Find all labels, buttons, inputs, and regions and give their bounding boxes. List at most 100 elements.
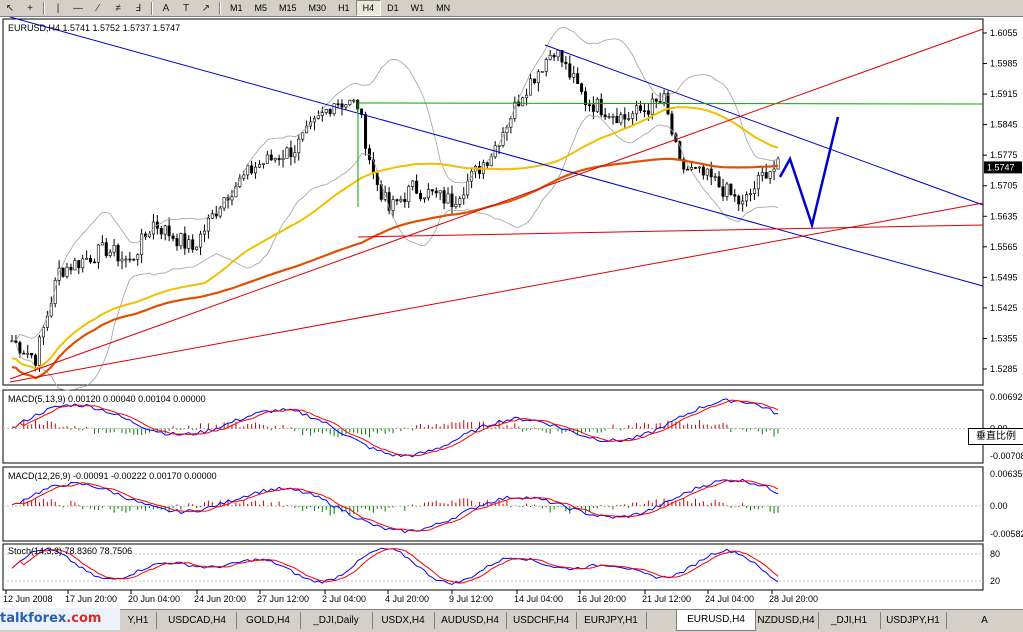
trendline-icon[interactable]: ∕ xyxy=(88,1,108,16)
candle-body xyxy=(348,100,352,105)
stoch-title: Stoch(14,3,3) 78.8360 78.7506 xyxy=(8,546,132,556)
vertical-scale-button[interactable]: 垂直比例 xyxy=(968,428,1023,445)
candle-body xyxy=(77,260,81,268)
candle-body xyxy=(257,164,261,168)
candle-body xyxy=(595,98,599,112)
candle-body xyxy=(285,147,289,159)
chart-tab-eurusd-h4[interactable]: EURUSD,H4 xyxy=(676,610,756,631)
time-label: 16 Jul 20:00 xyxy=(577,594,626,604)
horizontal-line-icon[interactable]: — xyxy=(68,1,88,16)
candle-body xyxy=(202,230,206,235)
candle-body xyxy=(171,235,175,239)
fibonacci-icon[interactable]: Ⅎ xyxy=(128,1,148,16)
timeframe-w1[interactable]: W1 xyxy=(405,1,431,15)
vertical-line-icon[interactable]: | xyxy=(48,1,68,16)
chart-tab-eurjpy-h1[interactable]: EURJPY,H1 xyxy=(576,612,647,629)
chart-tab-a[interactable]: A xyxy=(946,612,1023,629)
candle-body xyxy=(576,73,580,85)
candle-body xyxy=(324,108,328,113)
candle-body xyxy=(650,98,654,115)
candle-body xyxy=(332,103,336,115)
chart-tab--dji-daily[interactable]: _DJI,Daily xyxy=(300,612,373,629)
timeframe-h4[interactable]: H4 xyxy=(355,0,382,16)
candle-body xyxy=(250,165,254,174)
candle-body xyxy=(328,108,332,115)
candle-body xyxy=(242,174,246,179)
candle-body xyxy=(690,167,694,170)
candle-body xyxy=(26,352,30,355)
candle-body xyxy=(619,114,623,124)
candle-body xyxy=(199,233,203,248)
candle-body xyxy=(85,258,89,260)
chart-tab--dji-h1[interactable]: _DJI,H1 xyxy=(818,612,881,629)
time-label: 2 Jul 04:00 xyxy=(322,594,366,604)
price-label: 1.5705 xyxy=(990,181,1018,191)
candle-body xyxy=(297,138,301,153)
candle-body xyxy=(705,168,709,176)
candle-body xyxy=(768,171,772,179)
chart-tab-usdjpy-h1[interactable]: USDJPY,H1 xyxy=(880,612,947,629)
candle-body xyxy=(434,190,438,194)
candle-body xyxy=(717,176,721,188)
crosshair-icon[interactable]: + xyxy=(20,1,40,16)
time-label: 4 Jul 20:00 xyxy=(385,594,429,604)
candle-body xyxy=(544,59,548,72)
macd-slow-scale-label: -0.00582 xyxy=(990,529,1023,539)
candle-body xyxy=(340,103,344,108)
candle-body xyxy=(265,154,269,164)
candle-body xyxy=(438,190,442,194)
candle-body xyxy=(195,246,199,250)
chart-canvas[interactable]: 1.6055 1.5985 1.5915 1.5845 1.5775 1.5705 1.56… xyxy=(0,16,1023,609)
candle-body xyxy=(556,50,560,58)
chart-tab-audusd-h4[interactable]: AUDUSD,H4 xyxy=(434,612,507,629)
candle-body xyxy=(525,94,529,99)
chart-tab-gold-h4[interactable]: GOLD,H4 xyxy=(236,612,301,629)
stoch-scale-label: 20 xyxy=(990,576,1000,586)
chart-tab-nzdusd-h4[interactable]: NZDUSD,H4 xyxy=(754,612,819,629)
candle-body xyxy=(175,238,179,247)
channel-icon[interactable]: ≠ xyxy=(108,1,128,16)
candle-body xyxy=(611,115,615,118)
text-icon[interactable]: A xyxy=(156,1,176,16)
macd-fast-title: MACD(5,13,9) 0.00120 0.00040 0.00104 0.0… xyxy=(8,394,206,404)
candle-body xyxy=(584,91,588,105)
timeframe-m5[interactable]: M5 xyxy=(249,1,274,15)
candle-body xyxy=(442,190,446,204)
candle-body xyxy=(65,266,69,277)
candle-body xyxy=(336,103,340,106)
chart-tab-usdcad-h4[interactable]: USDCAD,H4 xyxy=(158,612,237,629)
chart-tab-y-h1[interactable]: Y,H1 xyxy=(120,612,157,629)
candle-body xyxy=(167,225,171,237)
candle-body xyxy=(741,200,745,205)
candle-body xyxy=(532,78,536,84)
timeframe-m15[interactable]: M15 xyxy=(273,1,303,15)
candle-body xyxy=(694,167,698,169)
candle-body xyxy=(749,193,753,195)
candle-body xyxy=(191,239,195,250)
timeframe-m30[interactable]: M30 xyxy=(303,1,333,15)
candle-body xyxy=(540,71,544,73)
price-label: 1.6055 xyxy=(990,28,1018,38)
timeframe-d1[interactable]: D1 xyxy=(381,1,405,15)
chart-area[interactable]: 1.6055 1.5985 1.5915 1.5845 1.5775 1.5705 1.56… xyxy=(0,16,1023,609)
candle-body xyxy=(18,342,22,354)
toolbar: ↖ + | — ∕ ≠ Ⅎ A T ↗ M1 M5 M15 M30 H1 H4 D1 W1 MN xyxy=(0,0,1023,17)
chart-tab-usdx-h4[interactable]: USDX,H4 xyxy=(372,612,435,629)
chart-tabs: Y,H1 USDCAD,H4 GOLD,H4 _DJI,Daily USDX,H4 AUD… xyxy=(0,609,1023,632)
time-label: 24 Jun 20:00 xyxy=(194,594,246,604)
candle-body xyxy=(104,242,108,256)
candle-body xyxy=(415,180,419,194)
timeframe-m1[interactable]: M1 xyxy=(224,1,249,15)
candle-body xyxy=(462,194,466,199)
timeframe-mn[interactable]: MN xyxy=(430,1,456,15)
candle-body xyxy=(81,258,85,268)
label-icon[interactable]: T xyxy=(176,1,196,16)
candle-body xyxy=(364,114,368,149)
candle-body xyxy=(733,194,737,197)
candle-body xyxy=(737,195,741,205)
cursor-arrow-icon[interactable]: ↖ xyxy=(0,1,20,16)
chart-tab-usdchf-h4[interactable]: USDCHF,H4 xyxy=(506,612,577,629)
arrow-marker-icon[interactable]: ↗ xyxy=(196,1,216,16)
timeframe-h1[interactable]: H1 xyxy=(332,1,356,15)
candle-body xyxy=(454,203,458,208)
